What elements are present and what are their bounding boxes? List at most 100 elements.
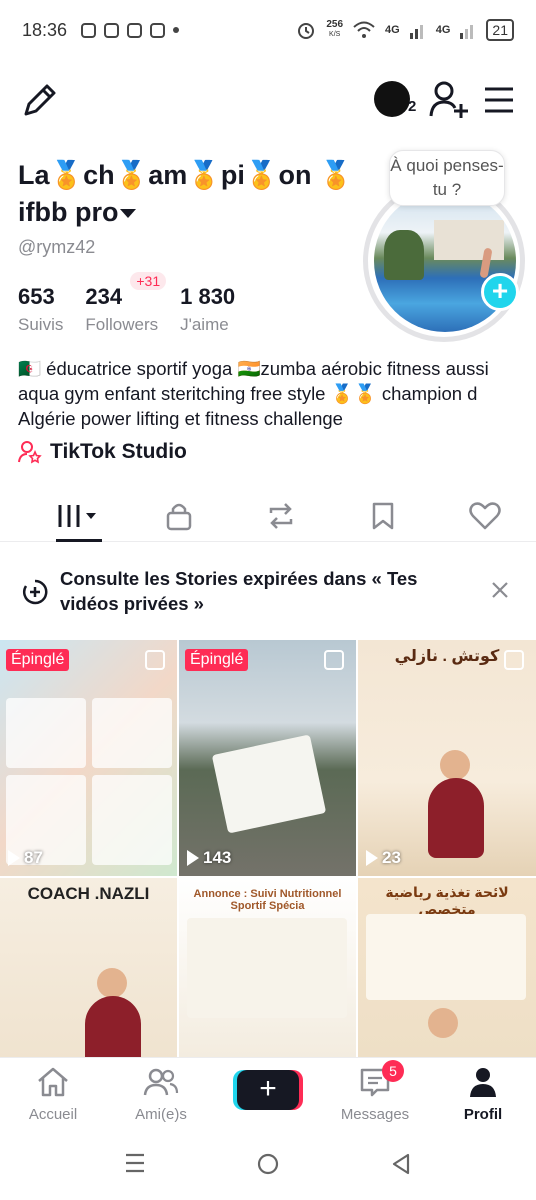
profile-name[interactable]: La🏅ch🏅am🏅pi🏅on 🏅ifbb pro — [18, 157, 358, 231]
select-checkbox[interactable] — [504, 650, 524, 670]
poster-panel — [366, 914, 526, 1000]
tab-videos[interactable] — [28, 492, 128, 542]
add-story-button[interactable]: + — [481, 273, 519, 311]
bottom-nav: Accueil Ami(e)s + 5 Messages Profil — [0, 1057, 536, 1130]
thought-bubble[interactable]: À quoi penses-tu ? — [389, 150, 505, 206]
create-button[interactable]: + — [237, 1070, 299, 1110]
video-thumbnail[interactable]: Épinglé 87 — [0, 640, 177, 876]
account-switch-avatar[interactable] — [374, 81, 410, 117]
battery-indicator: 21 — [486, 19, 514, 41]
video-thumbnail[interactable]: Épinglé 143 — [179, 640, 356, 876]
chevron-down-icon[interactable] — [120, 209, 137, 219]
stat-label: Suivis — [18, 315, 64, 334]
office-icon — [127, 22, 143, 38]
video-thumbnail[interactable]: كوتش . نازلي 23 — [358, 640, 536, 876]
poster-panel — [92, 698, 172, 768]
heart-icon — [469, 502, 501, 530]
system-navigation — [0, 1130, 536, 1200]
home-icon — [38, 1067, 68, 1097]
view-count-value: 87 — [24, 848, 43, 867]
profile-header-actions: 2 — [0, 78, 536, 122]
tab-favorites[interactable] — [332, 492, 434, 540]
profile-stats: 653 Suivis 234 Followers +31 1 830 J'aim… — [18, 272, 257, 335]
poster-panel — [92, 775, 172, 865]
stat-likes[interactable]: 1 830 J'aime — [180, 284, 235, 335]
tab-liked[interactable] — [434, 492, 536, 540]
app-icon — [104, 22, 120, 38]
stat-label: J'aime — [180, 315, 229, 334]
pinned-badge: Épinglé — [6, 649, 70, 671]
grid-dropdown-icon — [58, 505, 96, 527]
signal-1-icon — [409, 25, 423, 39]
stat-value: 1 830 — [180, 284, 236, 309]
new-followers-badge: +31 — [130, 272, 167, 290]
video-title: COACH .NAZLI — [27, 884, 150, 903]
coach-illustration-head — [97, 968, 127, 998]
view-count-value: 23 — [382, 848, 401, 867]
poster-panel — [6, 698, 86, 768]
video-thumbnail[interactable]: لائحة تغذية رياضية متخصص — [358, 878, 536, 1058]
net-speed: 256 K/S — [326, 20, 343, 40]
signal-1-label: 4G — [385, 24, 400, 36]
stat-following[interactable]: 653 Suivis — [18, 284, 63, 335]
note-card — [211, 734, 327, 834]
coach-illustration — [428, 778, 484, 858]
stat-followers[interactable]: 234 Followers +31 — [85, 272, 167, 335]
avatar-house — [434, 220, 504, 260]
tiktok-icon — [150, 22, 166, 38]
status-bar: 18:36 256 K/S 4G 4G 21 — [0, 0, 536, 60]
tab-private[interactable] — [128, 492, 230, 540]
profile-handle: @rymz42 — [18, 237, 96, 257]
wifi-icon — [353, 21, 375, 38]
view-count: 143 — [187, 848, 231, 868]
account-count: 2 — [408, 98, 417, 115]
nav-friends[interactable]: Ami(e)s — [116, 1066, 206, 1123]
coach-illustration — [85, 996, 141, 1058]
video-title: لائحة تغذية رياضية متخصص — [385, 884, 509, 917]
nav-label: Messages — [340, 1106, 410, 1123]
tab-active-indicator — [56, 539, 102, 542]
play-icon — [366, 850, 378, 866]
creator-star-icon — [18, 441, 42, 464]
tab-reposts[interactable] — [230, 492, 332, 540]
coach-illustration-head — [440, 750, 470, 780]
menu-icon[interactable] — [483, 86, 515, 114]
home-circle-icon[interactable] — [256, 1152, 280, 1176]
video-thumbnail[interactable]: Annonce : Suivi Nutritionnel Sportif Spé… — [179, 878, 356, 1058]
stories-banner[interactable]: Consulte les Stories expirées dans « Tes… — [0, 543, 536, 637]
back-icon[interactable] — [390, 1152, 412, 1176]
tiktok-studio-link[interactable]: TikTok Studio — [18, 440, 187, 464]
close-icon[interactable] — [489, 579, 511, 601]
notification-icons — [81, 22, 180, 38]
friends-icon — [143, 1068, 179, 1096]
signal-2-label: 4G — [435, 24, 451, 36]
nav-home[interactable]: Accueil — [8, 1066, 98, 1123]
alarm-icon — [298, 23, 315, 39]
video-grid: Épinglé 87 Épinglé 143 كوتش . نازلي 23 C… — [0, 640, 536, 1058]
stat-value: 653 — [18, 284, 55, 309]
video-thumbnail[interactable]: COACH .NAZLI — [0, 878, 177, 1058]
messages-badge: 5 — [382, 1060, 404, 1082]
recent-apps-icon[interactable] — [124, 1152, 146, 1174]
nav-label: Ami(e)s — [135, 1106, 187, 1123]
select-checkbox[interactable] — [145, 650, 165, 670]
nav-label: Profil — [463, 1106, 503, 1123]
coach-illustration-head — [428, 1008, 458, 1038]
profile-avatar[interactable] — [374, 190, 516, 332]
edit-icon[interactable] — [20, 80, 60, 120]
profile-tabs — [0, 492, 536, 542]
profile-name-text: La🏅ch🏅am🏅pi🏅on 🏅ifbb pro — [18, 160, 353, 227]
net-speed-value: 256 — [326, 19, 344, 30]
nav-messages[interactable]: 5 Messages — [330, 1060, 420, 1123]
story-add-icon — [23, 579, 48, 605]
instagram-icon — [81, 22, 97, 38]
signal-2-icon — [460, 25, 474, 39]
nav-label: Accueil — [28, 1106, 78, 1123]
view-count: 87 — [8, 848, 43, 868]
bookmark-icon — [372, 502, 394, 530]
poster-panel — [187, 918, 347, 1018]
select-checkbox[interactable] — [324, 650, 344, 670]
nav-profile[interactable]: Profil — [438, 1066, 528, 1123]
view-count: 23 — [366, 848, 401, 868]
add-friend-icon[interactable] — [428, 78, 470, 120]
